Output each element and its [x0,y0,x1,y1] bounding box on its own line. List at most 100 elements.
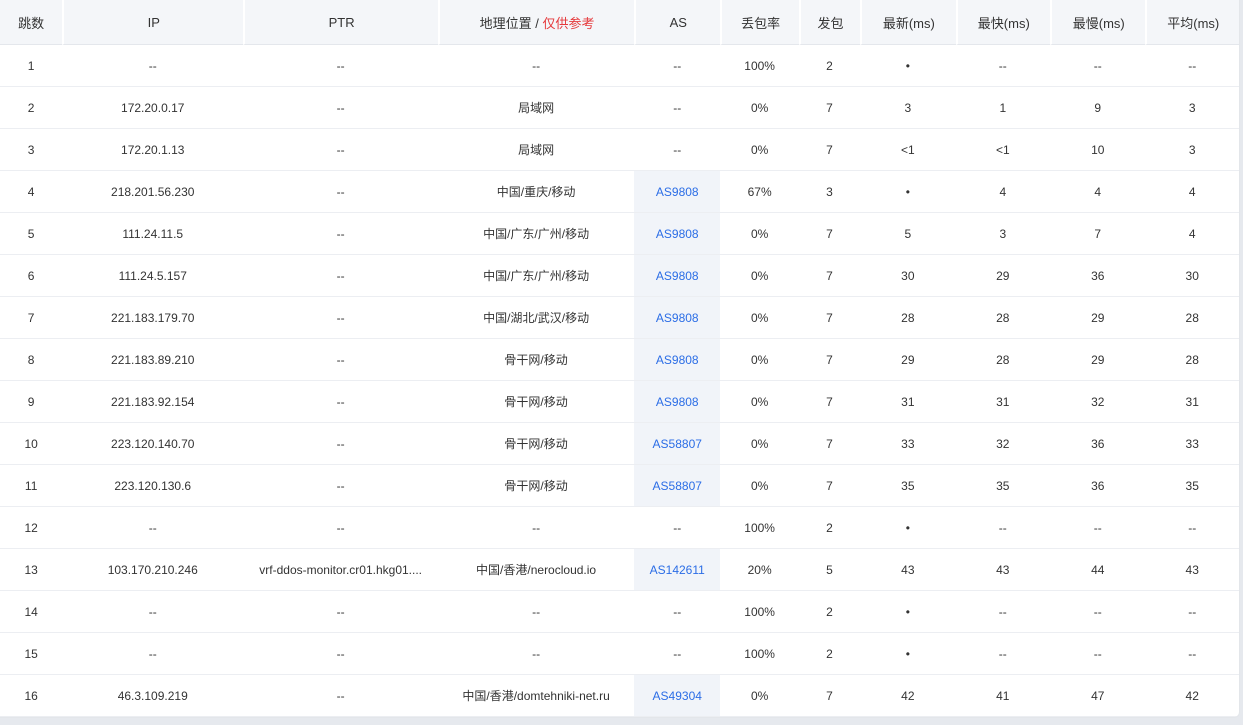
cell-ptr: -- [243,339,439,381]
cell-as: -- [634,45,721,87]
as-number-link[interactable]: AS9808 [656,353,699,367]
as-number-link[interactable]: AS58807 [653,479,702,493]
cell-worst: 9 [1050,87,1146,129]
cell-hop: 7 [0,297,63,339]
cell-worst: 29 [1050,297,1146,339]
cell-ip: 111.24.11.5 [62,213,244,255]
cell-best: -- [955,591,1051,633]
cell-last: 3 [860,87,956,129]
cell-ip: 223.120.140.70 [62,423,244,465]
cell-best: 29 [955,255,1051,297]
cell-loss: 100% [720,45,799,87]
cell-sent: 7 [798,87,861,129]
cell-hop: 16 [0,675,63,717]
cell-ip: -- [62,507,244,549]
as-number-link[interactable]: AS9808 [656,269,699,283]
cell-as: AS58807 [634,465,721,507]
cell-sent: 3 [798,171,861,213]
cell-ptr: -- [243,87,439,129]
cell-last: 33 [860,423,956,465]
cell-as: AS9808 [634,255,721,297]
cell-last: 31 [860,381,956,423]
cell-worst: 36 [1050,423,1146,465]
table-header-row: 跳数 IP PTR 地理位置 / 仅供参考 AS 丢包率 发包 最新(ms) 最… [0,0,1239,45]
col-header-hop: 跳数 [0,0,63,45]
table-row: 5 111.24.11.5 -- 中国/广东/广州/移动 AS9808 0% 7 5 3 7 4 [0,213,1239,255]
cell-hop: 2 [0,87,63,129]
as-number-link[interactable]: AS58807 [653,437,702,451]
cell-avg: 4 [1145,213,1239,255]
cell-hop: 11 [0,465,63,507]
cell-sent: 2 [798,45,861,87]
cell-hop: 5 [0,213,63,255]
cell-geo: 骨干网/移动 [438,381,635,423]
as-number-link[interactable]: AS9808 [656,185,699,199]
cell-ip: -- [62,45,244,87]
cell-last: 43 [860,549,956,591]
cell-best: -- [955,507,1051,549]
cell-last: 35 [860,465,956,507]
as-number-link[interactable]: AS142611 [650,563,705,577]
traceroute-panel: 跳数 IP PTR 地理位置 / 仅供参考 AS 丢包率 发包 最新(ms) 最… [0,0,1240,718]
cell-geo: 骨干网/移动 [438,339,635,381]
cell-loss: 100% [720,507,799,549]
cell-ip: 221.183.89.210 [62,339,244,381]
cell-last: 28 [860,297,956,339]
as-number-link[interactable]: AS49304 [653,689,702,703]
cell-ip: 223.120.130.6 [62,465,244,507]
cell-loss: 20% [720,549,799,591]
as-number-link[interactable]: AS9808 [656,227,699,241]
cell-ptr: -- [243,423,439,465]
cell-sent: 2 [798,591,861,633]
cell-ip: -- [62,633,244,675]
cell-loss: 0% [720,255,799,297]
cell-sent: 7 [798,339,861,381]
table-row: 9 221.183.92.154 -- 骨干网/移动 AS9808 0% 7 31 31 32 31 [0,381,1239,423]
cell-avg: 43 [1145,549,1239,591]
cell-ptr: vrf-ddos-monitor.cr01.hkg01.... [243,549,439,591]
cell-ptr: -- [243,465,439,507]
cell-hop: 6 [0,255,63,297]
cell-geo: -- [438,591,635,633]
cell-last: 29 [860,339,956,381]
col-header-geo: 地理位置 / 仅供参考 [438,0,635,45]
cell-loss: 0% [720,87,799,129]
cell-ip: 221.183.179.70 [62,297,244,339]
cell-best: 28 [955,297,1051,339]
cell-avg: 3 [1145,87,1239,129]
as-number-link[interactable]: AS9808 [656,311,699,325]
cell-ptr: -- [243,255,439,297]
col-header-ip: IP [62,0,244,45]
cell-avg: 35 [1145,465,1239,507]
cell-last: • [860,633,956,675]
table-row: 14 -- -- -- -- 100% 2 • -- -- -- [0,591,1239,633]
table-row: 4 218.201.56.230 -- 中国/重庆/移动 AS9808 67% 3 • 4 4 4 [0,171,1239,213]
cell-worst: 4 [1050,171,1146,213]
cell-hop: 13 [0,549,63,591]
cell-sent: 7 [798,213,861,255]
col-header-geo-label: 地理位置 [479,15,532,31]
cell-worst: -- [1050,591,1146,633]
cell-best: 28 [955,339,1051,381]
cell-as: -- [634,591,721,633]
table-row: 6 111.24.5.157 -- 中国/广东/广州/移动 AS9808 0% 7 30 29 3… [0,255,1239,297]
cell-last: 5 [860,213,956,255]
cell-worst: -- [1050,507,1146,549]
cell-geo: 骨干网/移动 [438,423,635,465]
cell-best: 43 [955,549,1051,591]
cell-loss: 0% [720,339,799,381]
cell-ip: 46.3.109.219 [62,675,244,717]
cell-avg: 30 [1145,255,1239,297]
cell-geo: 局域网 [438,129,635,171]
cell-best: -- [955,45,1051,87]
cell-worst: 36 [1050,465,1146,507]
cell-geo: -- [438,507,635,549]
col-header-last: 最新(ms) [860,0,956,45]
cell-best: 4 [955,171,1051,213]
cell-hop: 3 [0,129,63,171]
cell-loss: 0% [720,423,799,465]
as-number-link[interactable]: AS9808 [656,395,699,409]
cell-hop: 4 [0,171,63,213]
col-header-sent: 发包 [798,0,861,45]
cell-avg: 3 [1145,129,1239,171]
